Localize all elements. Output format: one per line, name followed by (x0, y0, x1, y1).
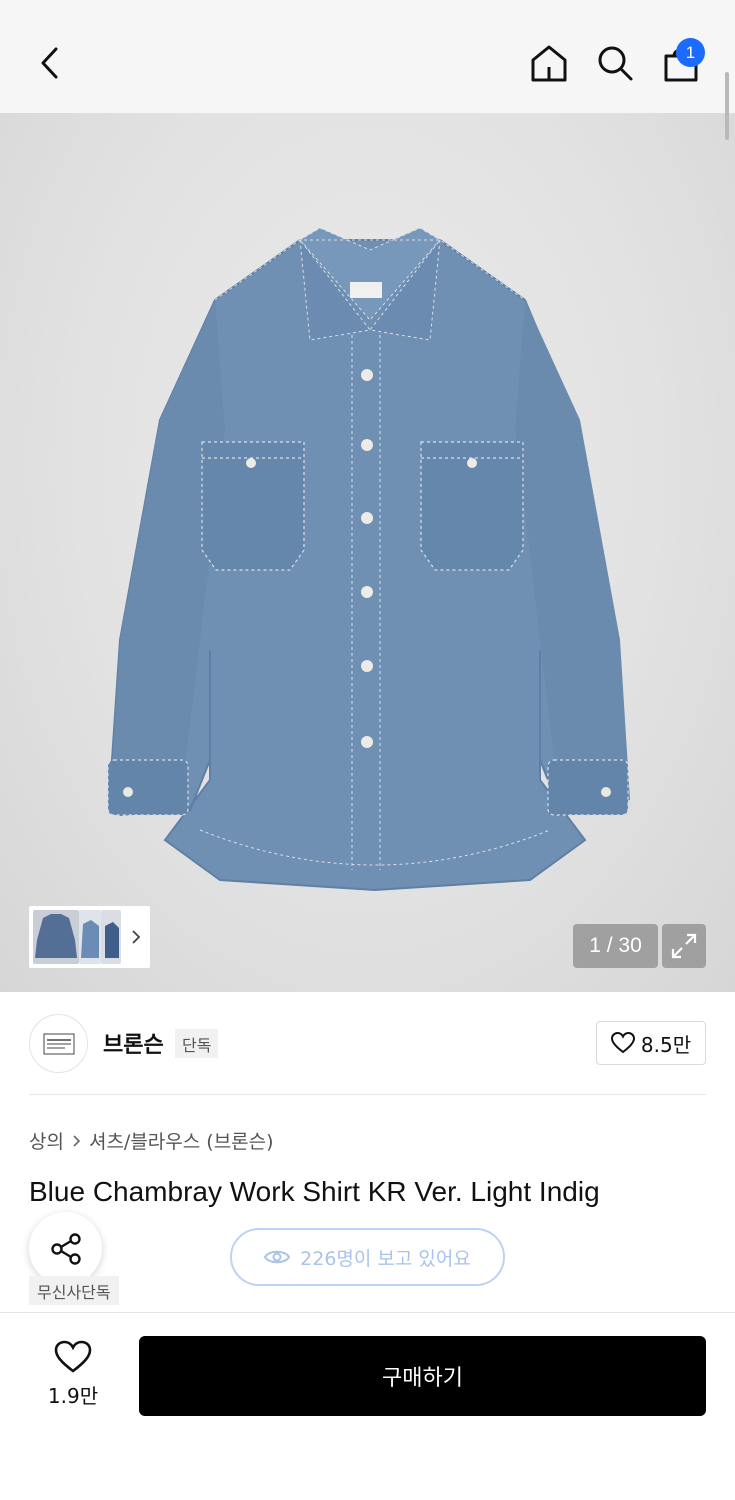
chevron-left-icon (41, 47, 58, 79)
brand-logo[interactable] (29, 1014, 88, 1073)
image-counter: 1 / 30 (573, 924, 658, 968)
like-button[interactable]: 1.9만 (36, 1336, 110, 1412)
divider (29, 1094, 706, 1095)
share-button[interactable] (29, 1212, 102, 1285)
chevron-right-icon (132, 930, 141, 944)
breadcrumb: 상의 셔츠/블라우스 (브론슨) (29, 1127, 274, 1154)
heart-icon (54, 1340, 92, 1373)
breadcrumb-category[interactable]: 상의 (29, 1127, 64, 1154)
shirt-thumbnail-image (81, 920, 99, 958)
chevron-right-icon (73, 1134, 81, 1147)
home-icon (531, 45, 567, 82)
product-title: Blue Chambray Work Shirt KR Ver. Light I… (29, 1176, 600, 1207)
home-button[interactable] (526, 40, 572, 86)
thumbnail-1[interactable] (33, 910, 79, 964)
shirt-thumbnail-image (105, 922, 119, 958)
heart-icon (610, 1032, 635, 1054)
eye-icon (264, 1250, 291, 1264)
thumbnail-3[interactable] (101, 910, 121, 964)
brand-like-button[interactable]: 8.5만 (596, 1021, 706, 1065)
scrollbar[interactable] (725, 72, 729, 140)
breadcrumb-subcategory[interactable]: 셔츠/블라우스 (브론슨) (89, 1127, 274, 1154)
search-icon (598, 46, 633, 81)
viewers-count-text: 226명이 보고 있어요 (300, 1247, 471, 1270)
cart-count-badge: 1 (676, 38, 705, 67)
viewers-count-pill: 226명이 보고 있어요 (230, 1228, 505, 1286)
brand-name[interactable]: 브론슨 (103, 1027, 164, 1059)
back-button[interactable] (28, 40, 72, 86)
buy-button[interactable]: 구매하기 (139, 1336, 706, 1416)
exclusive-badge: 단독 (175, 1029, 219, 1058)
like-count: 1.9만 (47, 1383, 99, 1408)
shirt-thumbnail-image (35, 914, 77, 958)
share-icon (50, 1232, 81, 1265)
musinsa-exclusive-badge: 무신사단독 (29, 1276, 119, 1305)
product-image (107, 227, 630, 892)
thumbnail-strip (29, 906, 150, 968)
thumbnail-2[interactable] (79, 910, 101, 964)
expand-icon (671, 933, 697, 959)
product-image-carousel[interactable] (0, 113, 735, 992)
thumbnail-next-button[interactable] (125, 910, 147, 964)
expand-image-button[interactable] (662, 924, 706, 968)
brand-like-count: 8.5만 (640, 1032, 692, 1057)
search-button[interactable] (592, 40, 638, 86)
brand-logo-mark (43, 1033, 74, 1054)
